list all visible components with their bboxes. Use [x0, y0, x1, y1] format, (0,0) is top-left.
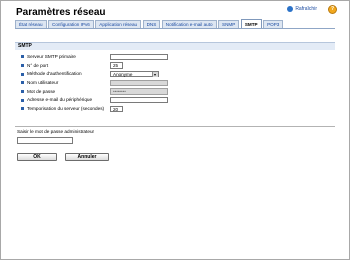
bullet-icon	[21, 90, 24, 94]
password-input[interactable]: ••••••••	[110, 88, 168, 95]
help-icon[interactable]: ?	[328, 5, 337, 14]
smtp-server-input[interactable]	[110, 53, 168, 60]
form-row-port: N° de port 25	[15, 62, 337, 70]
user-label: Nom utilisateur	[27, 80, 59, 86]
server-label: Serveur SMTP primaire	[27, 54, 76, 59]
tabs-underline	[15, 28, 335, 29]
auth-label: Méthode d'authentification	[27, 71, 82, 77]
page-title: Paramètres réseau	[16, 7, 106, 18]
cancel-button[interactable]: Annuler	[65, 153, 109, 161]
form-row-user: Nom utilisateur	[15, 79, 337, 87]
bullet-icon	[21, 107, 24, 111]
form-row-timeout: Temporisation du serveur (secondes) 20	[15, 105, 337, 113]
timeout-input[interactable]: 20	[110, 105, 123, 113]
bullet-icon	[21, 72, 24, 76]
port-label: N° de port	[27, 62, 49, 68]
timeout-label: Temporisation du serveur (secondes)	[27, 106, 105, 112]
refresh-icon	[287, 6, 294, 12]
chevron-down-icon	[152, 71, 158, 78]
section-title: SMTP	[18, 43, 32, 49]
port-input[interactable]: 25	[110, 62, 123, 69]
form-row-email: Adresse e-mail du périphérique	[15, 96, 337, 104]
refresh-label: Rafraîchir	[295, 6, 317, 12]
device-email-input[interactable]	[110, 96, 168, 104]
section-header: SMTP	[15, 42, 335, 50]
smtp-form: Serveur SMTP primaire N° de port 25 Méth…	[15, 53, 337, 114]
email-label: Adresse e-mail du périphérique	[27, 97, 93, 103]
form-row-password: Mot de passe ••••••••	[15, 88, 337, 96]
form-row-auth: Méthode d'authentification Anonyme	[15, 70, 337, 78]
bullet-icon	[21, 55, 24, 59]
ok-button[interactable]: OK	[17, 153, 57, 161]
bullet-icon	[21, 81, 24, 85]
username-input[interactable]	[110, 79, 168, 87]
admin-password-label: Saisir le mot de passe administrateur	[17, 129, 95, 134]
auth-method-select[interactable]: Anonyme	[110, 70, 159, 78]
password-label: Mot de passe	[27, 88, 56, 94]
form-row-server: Serveur SMTP primaire	[15, 53, 337, 61]
settings-window: Paramètres réseau Rafraîchir ? État rése…	[0, 0, 350, 260]
bullet-icon	[21, 98, 24, 102]
divider	[15, 126, 335, 127]
refresh-link[interactable]: Rafraîchir	[287, 6, 317, 12]
bullet-icon	[21, 63, 24, 67]
admin-password-input[interactable]	[17, 137, 73, 144]
auth-method-value: Anonyme	[113, 71, 133, 77]
